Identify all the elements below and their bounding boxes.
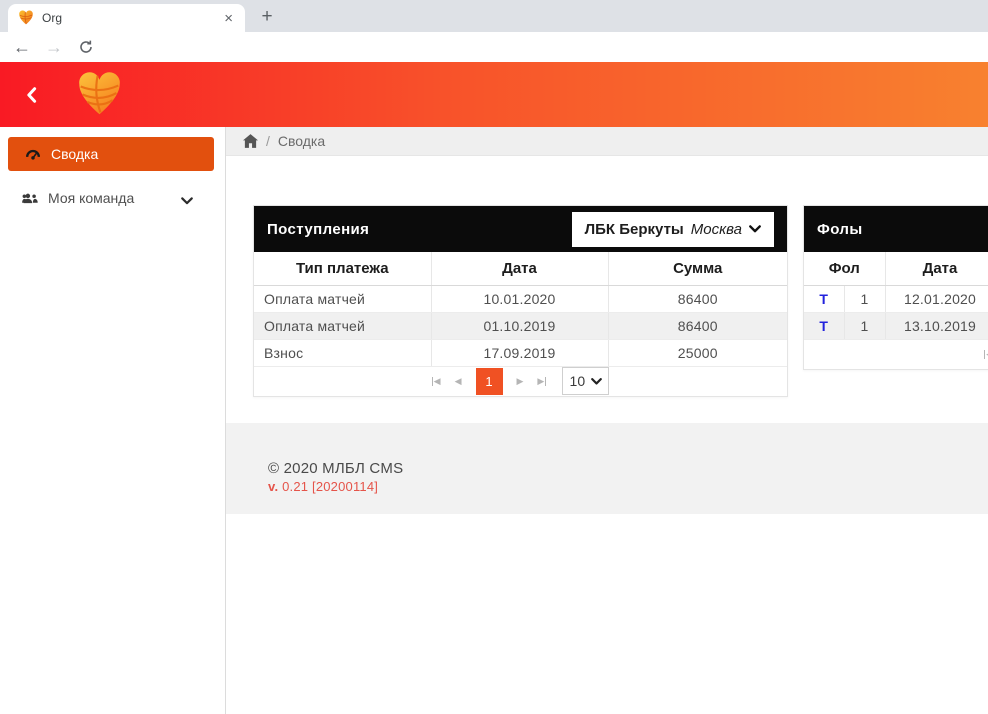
cell-sum: 86400	[608, 312, 787, 339]
sidebar-item-summary[interactable]: Сводка	[8, 137, 214, 171]
table-row: Оплата матчей01.10.201986400	[254, 312, 787, 339]
cell-foul-count: 1	[844, 312, 885, 339]
main-area: / Сводка Поступления ЛБК Беркуты Москва …	[226, 127, 988, 714]
last-page-icon[interactable]: ▶	[537, 377, 546, 386]
breadcrumb: / Сводка	[226, 127, 988, 156]
browser-toolbar: ← → org.ilovebasket.ru/setup/home	[0, 32, 988, 62]
cell-payment-type: Оплата матчей	[254, 285, 431, 312]
cell-date: 12.01.2020	[885, 285, 988, 312]
sidebar-item-my-team[interactable]: Моя команда	[0, 181, 225, 215]
receipts-header-row: Тип платежа Дата Сумма	[254, 252, 787, 285]
home-icon[interactable]	[243, 134, 258, 148]
footer: © 2020 МЛБЛ CMS v. 0.21 [20200114]	[226, 423, 988, 514]
fouls-title: Фолы	[817, 221, 863, 238]
cell-payment-type: Оплата матчей	[254, 312, 431, 339]
table-row: Т113.10.2019	[804, 312, 988, 339]
forward-icon[interactable]: →	[40, 32, 68, 62]
team-select-city: Москва	[691, 221, 742, 238]
chevron-down-icon	[749, 225, 761, 233]
cell-date: 17.09.2019	[431, 339, 608, 366]
fouls-table: Фол Дата Т112.01.2020Т113.10.2019	[804, 252, 988, 340]
receipts-card-header: Поступления ЛБК Беркуты Москва	[254, 206, 787, 252]
new-tab-button[interactable]: +	[254, 5, 280, 29]
cell-foul-count: 1	[844, 285, 885, 312]
app-topbar	[0, 62, 988, 127]
receipts-card: Поступления ЛБК Беркуты Москва Тип плате…	[253, 205, 788, 397]
cell-date: 13.10.2019	[885, 312, 988, 339]
col-date: Дата	[885, 252, 988, 285]
current-page-button[interactable]: 1	[476, 368, 503, 395]
users-icon	[22, 192, 39, 205]
browser-tab[interactable]: Org ×	[8, 4, 245, 32]
table-row: Взнос17.09.201925000	[254, 339, 787, 366]
breadcrumb-current: Сводка	[278, 133, 325, 149]
sidebar: Сводка Моя команда	[0, 127, 226, 714]
table-row: Т112.01.2020	[804, 285, 988, 312]
browser-tab-strip: Org × +	[0, 0, 988, 32]
close-tab-icon[interactable]: ×	[222, 11, 235, 26]
copyright-text: © 2020 МЛБЛ CMS	[268, 460, 988, 477]
tab-title: Org	[42, 11, 214, 25]
cell-date: 10.01.2020	[431, 285, 608, 312]
col-foul: Фол	[804, 252, 885, 285]
breadcrumb-separator: /	[266, 133, 270, 149]
cell-sum: 86400	[608, 285, 787, 312]
first-page-icon[interactable]: ◀	[984, 350, 988, 359]
team-select-name: ЛБК Беркуты	[585, 221, 684, 238]
prev-page-icon[interactable]: ◀	[455, 377, 462, 386]
cell-foul-type[interactable]: Т	[804, 285, 844, 312]
cell-sum: 25000	[608, 339, 787, 366]
cell-date: 01.10.2019	[431, 312, 608, 339]
refresh-icon[interactable]	[72, 32, 100, 62]
favicon-heart-basketball-icon	[18, 10, 34, 26]
back-icon[interactable]: ←	[8, 32, 36, 62]
page-size-select[interactable]: 10	[562, 367, 609, 395]
chevron-down-icon	[181, 192, 193, 208]
dashboard-gauge-icon	[25, 148, 41, 161]
content: Поступления ЛБК Беркуты Москва Тип плате…	[226, 156, 988, 423]
receipts-title: Поступления	[267, 221, 369, 238]
next-page-icon[interactable]: ▶	[517, 377, 524, 386]
cell-foul-type[interactable]: Т	[804, 312, 844, 339]
sidebar-collapse-button[interactable]	[20, 84, 42, 106]
version-text: v. 0.21 [20200114]	[268, 479, 988, 494]
fouls-header-row: Фол Дата	[804, 252, 988, 285]
sidebar-item-label: Сводка	[51, 146, 98, 162]
col-sum: Сумма	[608, 252, 787, 285]
col-date: Дата	[431, 252, 608, 285]
receipts-table: Тип платежа Дата Сумма Оплата матчей10.0…	[254, 252, 787, 367]
receipts-pagination: ◀ ◀ 1 ▶ ▶ 10	[254, 367, 787, 396]
table-row: Оплата матчей10.01.202086400	[254, 285, 787, 312]
sidebar-item-label: Моя команда	[48, 190, 134, 206]
fouls-card-header: Фолы	[804, 206, 988, 252]
first-page-icon[interactable]: ◀	[432, 377, 441, 386]
col-payment-type: Тип платежа	[254, 252, 431, 285]
fouls-pagination: ◀ ◀ ▶ ▶	[804, 340, 988, 369]
cell-payment-type: Взнос	[254, 339, 431, 366]
fouls-card: Фолы Фол Дата Т112.01.2020Т113.10.2019 ◀…	[803, 205, 988, 370]
team-select[interactable]: ЛБК Беркуты Москва	[572, 212, 774, 247]
heart-basketball-logo	[76, 71, 123, 123]
